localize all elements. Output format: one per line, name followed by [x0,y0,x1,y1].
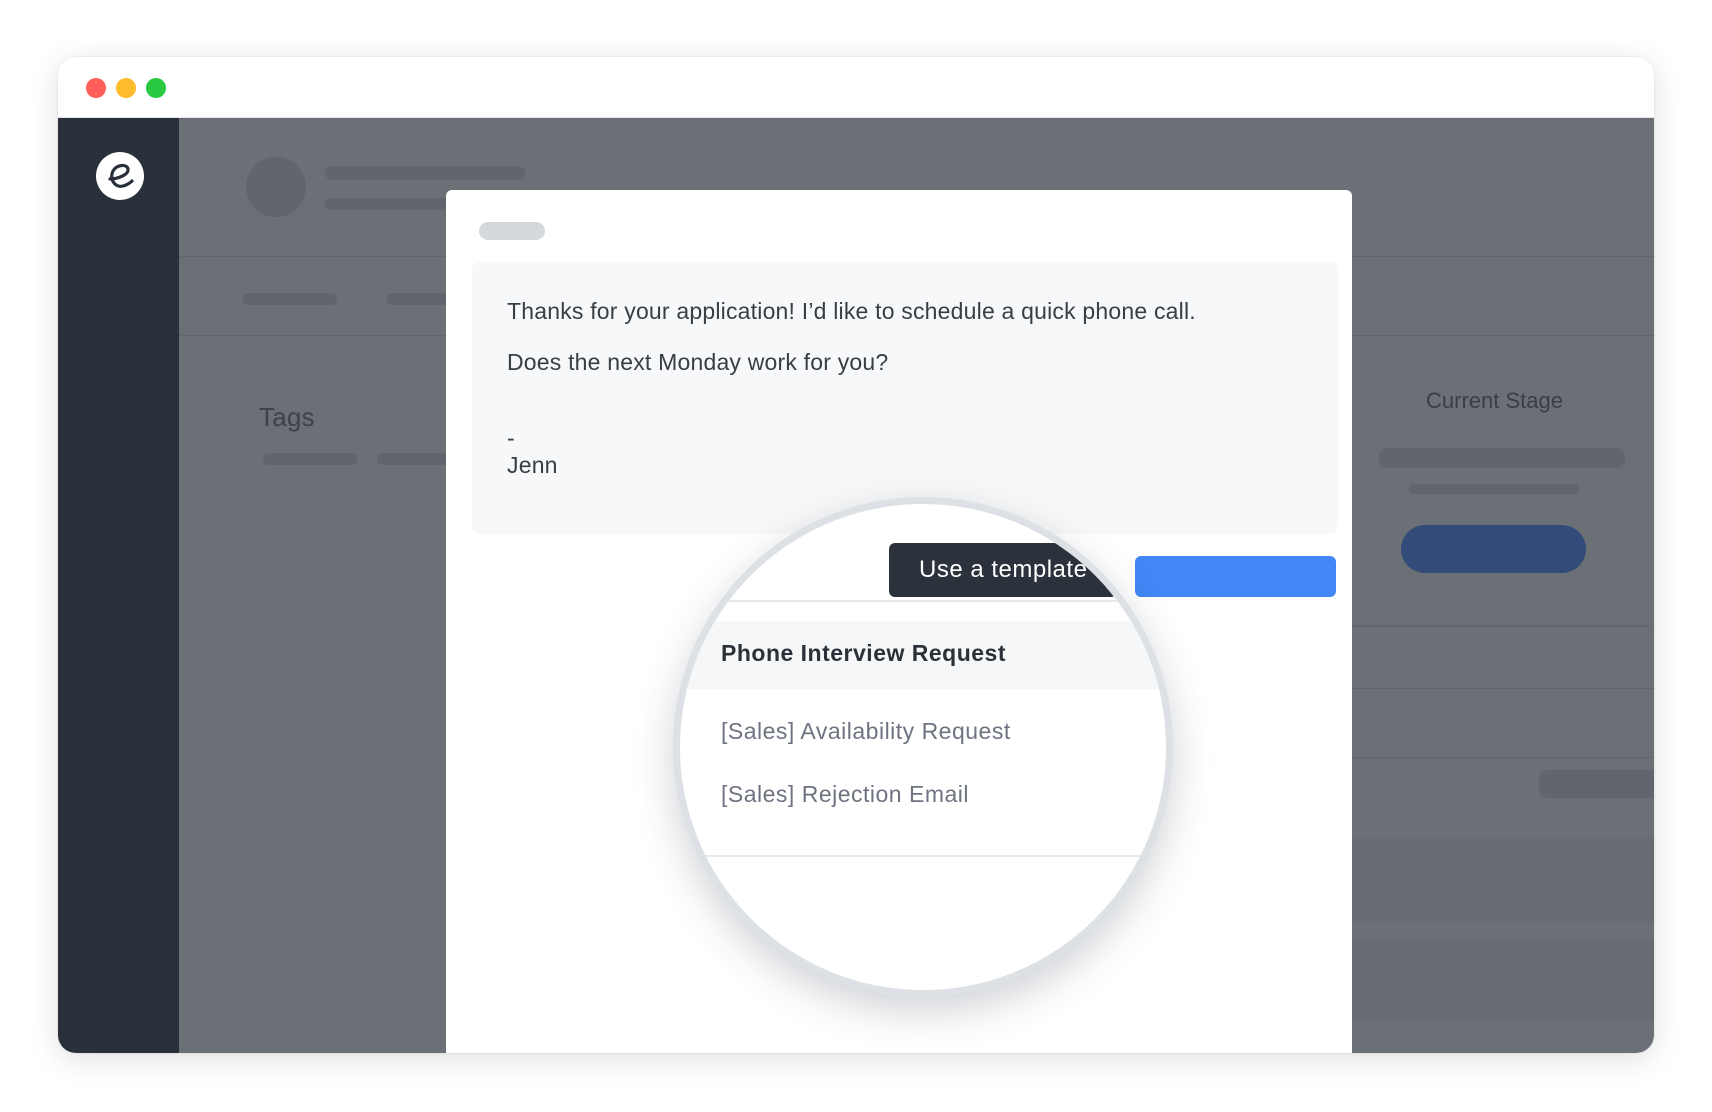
email-line: Thanks for your application! I’d like to… [507,298,1196,324]
template-item-phone-interview[interactable]: Phone Interview Request [680,621,1166,689]
minimize-button[interactable] [116,78,136,98]
use-template-tooltip[interactable]: Use a template [889,543,1118,597]
signature-name: Jenn [507,452,558,478]
card-placeholder [1349,838,1654,922]
stage-placeholder [1409,484,1579,494]
modal-title-placeholder [479,222,545,240]
field-placeholder [1329,688,1654,758]
stage-button[interactable] [1401,525,1586,573]
field-placeholder [1539,770,1654,798]
template-item-label: Phone Interview Request [721,640,1007,666]
email-body[interactable]: Thanks for your application! I’d like to… [472,262,1338,534]
template-item-rejection[interactable]: [Sales] Rejection Email [680,769,1166,819]
email-line: Does the next Monday work for you? [507,349,889,375]
template-item-label: [Sales] Availability Request [721,718,1011,744]
tag-placeholder [377,453,457,465]
menu-divider [680,600,1166,602]
title-bar [58,57,1654,118]
close-button[interactable] [86,78,106,98]
current-stage-label: Current Stage [1426,388,1563,413]
menu-divider [680,855,1166,857]
tag-placeholder [263,453,357,465]
maximize-button[interactable] [146,78,166,98]
name-placeholder [325,166,525,180]
template-item-availability[interactable]: [Sales] Availability Request [680,706,1166,756]
signature-dash: - [507,425,515,451]
template-magnifier: Use a template Phone Interview Request [… [673,497,1173,997]
stage-placeholder [1379,448,1625,468]
tab-placeholder [243,293,337,305]
card-placeholder [1349,938,1654,1022]
tags-label: Tags [259,402,315,432]
template-item-label: [Sales] Rejection Email [721,781,969,807]
sidebar [58,118,179,1053]
e-logo-icon[interactable] [96,152,144,200]
avatar-placeholder [246,157,306,217]
